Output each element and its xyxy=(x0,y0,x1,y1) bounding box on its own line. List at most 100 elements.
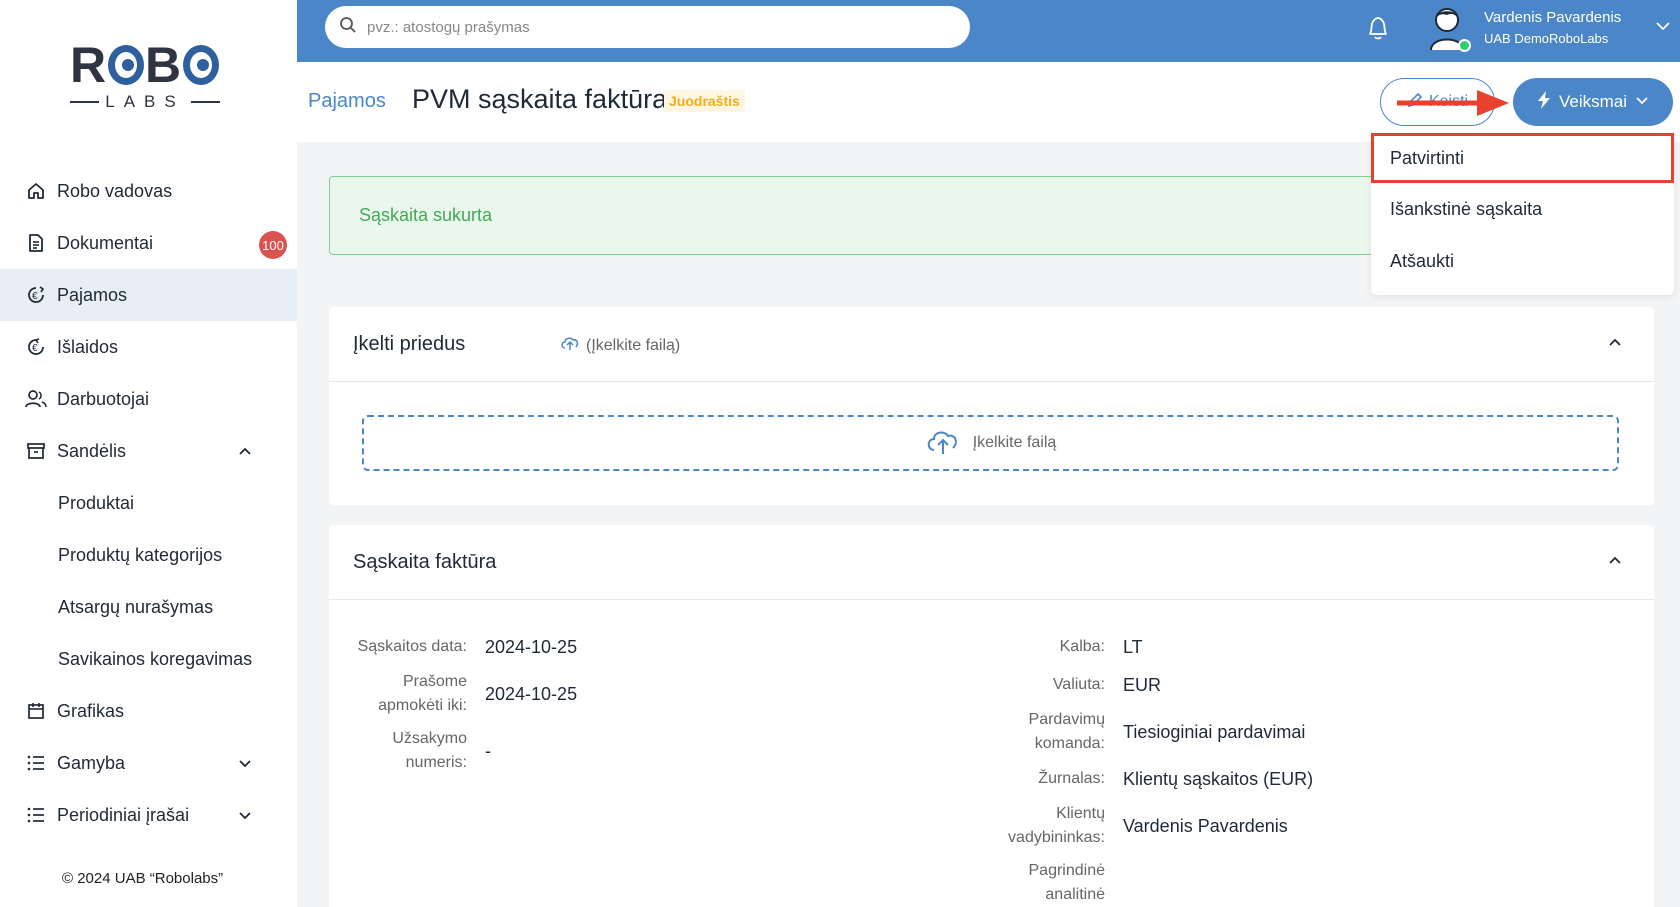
search-box[interactable] xyxy=(325,6,970,48)
top-bar: Vardenis Pavardenis UAB DemoRoboLabs xyxy=(297,0,1680,62)
field-label: Klientų vadybininkas: xyxy=(929,802,1105,850)
file-dropzone[interactable]: Įkelkite failą xyxy=(362,415,1619,471)
avatar[interactable] xyxy=(1427,4,1471,54)
calendar-icon xyxy=(25,700,47,722)
documents-count-badge: 100 xyxy=(259,231,287,259)
account-manager-field: Klientų vadybininkas: Vardenis Pavardeni… xyxy=(929,802,1288,850)
chevron-down-icon[interactable] xyxy=(238,806,252,827)
sidebar-item-label: Dokumentai xyxy=(57,232,154,253)
logo-o-icon xyxy=(108,45,144,85)
invoice-title: Sąskaita faktūra xyxy=(353,551,497,573)
field-label: Pagrindinė analitinė xyxy=(929,859,1106,907)
field-label-line: Klientų xyxy=(1056,805,1105,822)
logo-sub-text: LABS xyxy=(105,92,185,111)
alert-text: Sąskaita sukurta xyxy=(359,205,493,225)
svg-text:€: € xyxy=(32,291,38,302)
sidebar-subitem-atsargu-nurasymas[interactable]: Atsargų nurašymas xyxy=(0,581,297,633)
field-label-line: Prašome xyxy=(402,673,467,690)
upload-link-label: (Įkelkite failą) xyxy=(586,336,681,354)
sidebar-item-label: Robo vadovas xyxy=(57,180,173,201)
sidebar-item-label: Pajamos xyxy=(57,284,128,305)
actions-button-label: Veiksmai xyxy=(1558,92,1628,111)
sidebar-item-gamyba[interactable]: Gamyba xyxy=(0,737,297,789)
currency-field: Valiuta: EUR xyxy=(929,673,1161,697)
chevron-down-icon[interactable] xyxy=(238,754,252,775)
invoice-date-field: Sąskaitos data: 2024-10-25 xyxy=(329,635,577,659)
menu-item-proforma[interactable]: Išankstinė sąskaita xyxy=(1371,183,1674,235)
actions-button[interactable]: Veiksmai xyxy=(1513,78,1673,126)
field-label-line: komanda: xyxy=(1034,735,1105,752)
page-header: Pajamos PVM sąskaita faktūra Juodraštis … xyxy=(297,62,1680,142)
invoice-card-header: Sąskaita faktūra xyxy=(329,525,1654,600)
logo-letter-b: B xyxy=(145,37,183,93)
sidebar-item-label: Periodiniai įrašai xyxy=(57,804,190,825)
logo-subtitle: LABS xyxy=(70,92,220,112)
sidebar-item-label: Gamyba xyxy=(57,752,126,773)
field-value: 2024-10-25 xyxy=(485,684,578,704)
invoice-card: Sąskaita faktūra Sąskaitos data: 2024-10… xyxy=(329,525,1654,907)
list-icon xyxy=(25,752,47,774)
due-date-field: Prašome apmokėti iki: 2024-10-25 xyxy=(329,670,577,718)
field-value: - xyxy=(485,741,491,761)
home-icon xyxy=(25,180,47,202)
chevron-down-icon[interactable] xyxy=(1655,18,1671,39)
field-label: Prašome apmokėti iki: xyxy=(329,670,467,718)
success-alert: Sąskaita sukurta xyxy=(329,176,1379,255)
sidebar: RB LABS Robo vadovas Dokumentai 100 € Pa… xyxy=(0,0,297,907)
cloud-upload-icon xyxy=(925,427,961,460)
sidebar-item-grafikas[interactable]: Grafikas xyxy=(0,685,297,737)
field-value: LT xyxy=(1123,637,1143,657)
field-label: Žurnalas: xyxy=(1038,770,1105,787)
sidebar-nav: Robo vadovas Dokumentai 100 € Pajamos € … xyxy=(0,165,297,841)
field-label-line: Užsakymo xyxy=(392,730,467,747)
status-badge: Juodraštis xyxy=(664,90,745,112)
chevron-up-icon[interactable] xyxy=(238,442,252,463)
field-value: Vardenis Pavardenis xyxy=(1123,816,1288,836)
field-label-line: analitinė xyxy=(1045,886,1105,903)
sidebar-subitem-produktai[interactable]: Produktai xyxy=(0,477,297,529)
attachments-title: Įkelti priedus xyxy=(353,333,466,355)
menu-item-confirm[interactable]: Patvirtinti xyxy=(1371,133,1674,183)
sidebar-item-periodiniai-irasai[interactable]: Periodiniai įrašai xyxy=(0,789,297,841)
order-number-field: Užsakymo numeris: - xyxy=(329,727,491,775)
field-value: Klientų sąskaitos (EUR) xyxy=(1123,769,1314,789)
sidebar-item-label: Išlaidos xyxy=(57,336,119,357)
search-input[interactable] xyxy=(367,18,927,36)
copyright-text: © 2024 UAB “Robolabs” xyxy=(62,870,224,887)
sidebar-item-dokumentai[interactable]: Dokumentai 100 xyxy=(0,217,297,269)
expense-icon: € xyxy=(25,336,47,358)
svg-text:€: € xyxy=(32,343,38,354)
sidebar-item-robo-vadovas[interactable]: Robo vadovas xyxy=(0,165,297,217)
sidebar-subitem-savikainos-koregavimas[interactable]: Savikainos koregavimas xyxy=(0,633,297,685)
attachments-card: Įkelti priedus (Įkelkite failą) Įkelkite… xyxy=(329,307,1654,505)
arrow-annotation-icon xyxy=(1397,90,1509,116)
attachments-card-header: Įkelti priedus (Įkelkite failą) xyxy=(329,307,1654,382)
online-status-indicator xyxy=(1458,39,1471,52)
sidebar-item-islaidos[interactable]: € Išlaidos xyxy=(0,321,297,373)
income-icon: € xyxy=(25,284,47,306)
sidebar-item-label: Darbuotojai xyxy=(57,388,150,409)
language-field: Kalba: LT xyxy=(929,635,1143,659)
field-label-line: numeris: xyxy=(405,754,467,771)
sidebar-item-pajamos[interactable]: € Pajamos xyxy=(0,269,297,321)
sales-team-field: Pardavimų komanda: Tiesioginiai pardavim… xyxy=(929,708,1306,756)
user-company: UAB DemoRoboLabs xyxy=(1484,31,1609,46)
sidebar-item-label: Sandėlis xyxy=(57,440,127,461)
chevron-up-icon[interactable] xyxy=(1608,335,1622,354)
menu-item-cancel[interactable]: Atšaukti xyxy=(1371,235,1674,287)
sidebar-item-darbuotojai[interactable]: Darbuotojai xyxy=(0,373,297,425)
bell-icon[interactable] xyxy=(1365,14,1391,47)
sidebar-item-sandelis[interactable]: Sandėlis xyxy=(0,425,297,477)
logo-o-icon xyxy=(183,45,219,85)
sidebar-subitem-produktu-kategorijos[interactable]: Produktų kategorijos xyxy=(0,529,297,581)
chevron-up-icon[interactable] xyxy=(1608,553,1622,572)
journal-field: Žurnalas: Klientų sąskaitos (EUR) xyxy=(929,767,1313,791)
actions-dropdown-menu: Patvirtinti Išankstinė sąskaita Atšaukti xyxy=(1371,131,1674,295)
field-label: Sąskaitos data: xyxy=(357,638,467,655)
cloud-upload-icon xyxy=(560,335,580,356)
field-label: Užsakymo numeris: xyxy=(329,727,467,775)
robolabs-logo[interactable]: RB LABS xyxy=(70,40,220,115)
breadcrumb[interactable]: Pajamos xyxy=(308,90,386,113)
upload-link[interactable]: (Įkelkite failą) xyxy=(560,335,680,356)
user-name[interactable]: Vardenis Pavardenis xyxy=(1484,9,1621,26)
